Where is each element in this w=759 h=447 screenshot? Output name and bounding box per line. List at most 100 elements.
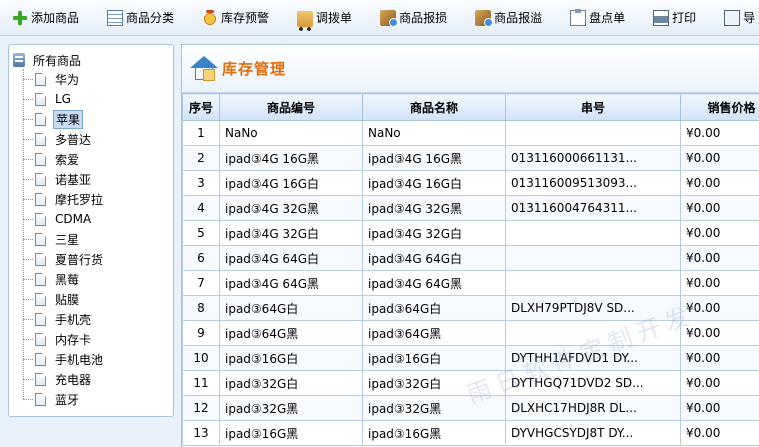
- table-row[interactable]: 6 ipad③4G 64G白 ipad③4G 64G白 ¥0.00: [182, 245, 759, 271]
- tree-item[interactable]: CDMA: [23, 209, 169, 229]
- table-cell: 7: [182, 270, 220, 296]
- tree-list: 华为 LG 苹果多普达索爱诺基亚摩托罗拉 CDMA 三星 夏普行货 黑莓 贴膜手机壳内存卡手机…: [23, 69, 169, 409]
- table-cell: ¥0.00: [680, 270, 759, 296]
- table-row[interactable]: 12 ipad③32G黑 ipad③32G黑 DLXHC17HDJ8R DL... ¥0…: [182, 395, 759, 421]
- tree-item[interactable]: 诺基亚: [23, 169, 169, 189]
- tree-item-label: 手机壳: [55, 312, 92, 327]
- box-icon: [380, 9, 399, 27]
- column-header[interactable]: 序号: [182, 93, 220, 121]
- document-icon: [35, 392, 46, 406]
- tree-item-label: 诺基亚: [55, 172, 92, 187]
- toolbar: 添加商品 商品分类 库存预警 调拨单 商品报损 商品报溢 盘点单 打印 导: [0, 0, 759, 36]
- column-header[interactable]: 串号: [505, 93, 681, 121]
- export-icon: [724, 9, 741, 26]
- table-row[interactable]: 4 ipad③4G 32G黑 ipad③4G 32G黑 01311600476431​…: [182, 195, 759, 221]
- table-cell: ipad③16G白: [219, 345, 363, 371]
- table-cell: ipad③4G 16G黑: [362, 145, 506, 171]
- table-cell: ipad③16G黑: [362, 420, 506, 446]
- tree-item-label: 华为: [55, 72, 80, 87]
- table-body: 1 NaNo NaNo ¥0.00 2 ipad③4G 16G黑 ipad③4G 16G黑 0…: [182, 120, 759, 446]
- table-cell: ¥0.00: [680, 395, 759, 421]
- document-icon: [35, 152, 46, 166]
- toolbar-button-7[interactable]: 打印: [649, 7, 700, 29]
- table-row[interactable]: 1 NaNo NaNo ¥0.00: [182, 120, 759, 146]
- table-cell: 01311600951309​3...: [505, 170, 681, 196]
- document-icon: [35, 252, 46, 266]
- tree-item[interactable]: 黑莓: [23, 269, 169, 289]
- document-icon: [35, 132, 46, 146]
- tree-item[interactable]: 华为: [23, 69, 169, 89]
- table-row[interactable]: 13 ipad③16G黑 ipad③16G黑 DYVHGCSYDJ8T DY... ¥0…: [182, 420, 759, 446]
- tree-item[interactable]: 索爱: [23, 149, 169, 169]
- table-row[interactable]: 9 ipad③64G黑 ipad③64G黑 ¥0.00: [182, 320, 759, 346]
- toolbar-button-0[interactable]: 添加商品: [8, 7, 83, 29]
- table-cell: ipad③4G 64G白: [219, 245, 363, 271]
- document-icon: [35, 172, 46, 186]
- table-cell: 8: [182, 295, 220, 321]
- table-row[interactable]: 3 ipad③4G 16G白 ipad③4G 16G白 01311600951309​…: [182, 170, 759, 196]
- table-cell: ipad③4G 16G黑: [219, 145, 363, 171]
- table-row[interactable]: 11 ipad③32G白 ipad③32G白 DYTHGQ71DVD2 SD... ¥0…: [182, 370, 759, 396]
- table-cell: ipad③16G白: [362, 345, 506, 371]
- document-icon: [35, 72, 46, 86]
- truck-icon: [297, 11, 314, 31]
- tree-item[interactable]: 三星: [23, 229, 169, 249]
- document-icon: [35, 212, 46, 226]
- document-icon: [35, 192, 46, 206]
- inventory-panel: 库存管理 序号 商品编号 商品名称 串号 销售价格 1 NaNo NaNo ¥0.00 2 ipa…: [181, 44, 759, 447]
- table-cell: [505, 120, 681, 146]
- tree-item-label: LG: [55, 92, 71, 106]
- table-cell: ipad③64G黑: [362, 320, 506, 346]
- toolbar-button-3[interactable]: 调拨单: [293, 7, 356, 31]
- tree-item-label: 多普达: [55, 132, 92, 147]
- grid-icon: [107, 9, 124, 26]
- table-cell: ¥0.00: [680, 370, 759, 396]
- tree-item[interactable]: 手机壳: [23, 309, 169, 329]
- toolbar-button-4[interactable]: 商品报损: [376, 7, 451, 29]
- tree-item[interactable]: 手机电池: [23, 349, 169, 369]
- tree-item[interactable]: 多普达: [23, 129, 169, 149]
- tree-item[interactable]: 苹果: [23, 109, 169, 129]
- tree-item[interactable]: 蓝牙: [23, 389, 169, 409]
- tree-item[interactable]: 摩托罗拉: [23, 189, 169, 209]
- column-header[interactable]: 商品名称: [362, 93, 506, 121]
- column-header[interactable]: 销售价格: [680, 93, 759, 121]
- toolbar-button-5[interactable]: 商品报溢: [471, 7, 546, 29]
- tree-item[interactable]: 充电器: [23, 369, 169, 389]
- table-cell: [505, 245, 681, 271]
- table-cell: ¥0.00: [680, 145, 759, 171]
- toolbar-button-label: 商品分类: [126, 11, 175, 25]
- document-icon: [35, 92, 46, 106]
- toolbar-button-6[interactable]: 盘点单: [566, 7, 629, 29]
- tree-root-label: 所有商品: [33, 53, 82, 68]
- table-row[interactable]: 8 ipad③64G白 ipad③64G白 DLXH79PTDJ8V SD... ¥0.…: [182, 295, 759, 321]
- tree-item[interactable]: 夏普行货: [23, 249, 169, 269]
- tree-item[interactable]: 内存卡: [23, 329, 169, 349]
- tree-item-label: 蓝牙: [55, 392, 80, 407]
- table-row[interactable]: 2 ipad③4G 16G黑 ipad③4G 16G黑 01311600066113​…: [182, 145, 759, 171]
- toolbar-button-label: 添加商品: [31, 11, 80, 25]
- alarm-icon: [202, 9, 219, 26]
- table-row[interactable]: 10 ipad③16G白 ipad③16G白 DYTHH1AFDVD1 DY... ¥0…: [182, 345, 759, 371]
- table-cell: ipad③4G 32G白: [219, 220, 363, 246]
- table-row[interactable]: 7 ipad③4G 64G黑 ipad③4G 64G黑 ¥0.00: [182, 270, 759, 296]
- document-icon: [35, 272, 46, 286]
- toolbar-button-label: 商品报损: [399, 11, 448, 25]
- toolbar-button-2[interactable]: 库存预警: [198, 7, 273, 29]
- table-cell: ipad③16G黑: [219, 420, 363, 446]
- printer-icon: [653, 9, 670, 26]
- document-icon: [35, 312, 46, 326]
- toolbar-button-1[interactable]: 商品分类: [103, 7, 178, 29]
- tree-root-all-products[interactable]: 所有商品: [13, 51, 169, 69]
- column-header[interactable]: 商品编号: [219, 93, 363, 121]
- tree-item-label: 手机电池: [55, 352, 104, 367]
- table-cell: ¥0.00: [680, 295, 759, 321]
- tree-item[interactable]: LG: [23, 89, 169, 109]
- toolbar-button-8[interactable]: 导: [720, 7, 759, 29]
- table-cell: [505, 320, 681, 346]
- database-icon: [13, 53, 25, 67]
- table-cell: ipad③4G 32G黑: [219, 195, 363, 221]
- tree-item[interactable]: 贴膜: [23, 289, 169, 309]
- document-icon: [35, 292, 46, 306]
- table-row[interactable]: 5 ipad③4G 32G白 ipad③4G 32G白 ¥0.00: [182, 220, 759, 246]
